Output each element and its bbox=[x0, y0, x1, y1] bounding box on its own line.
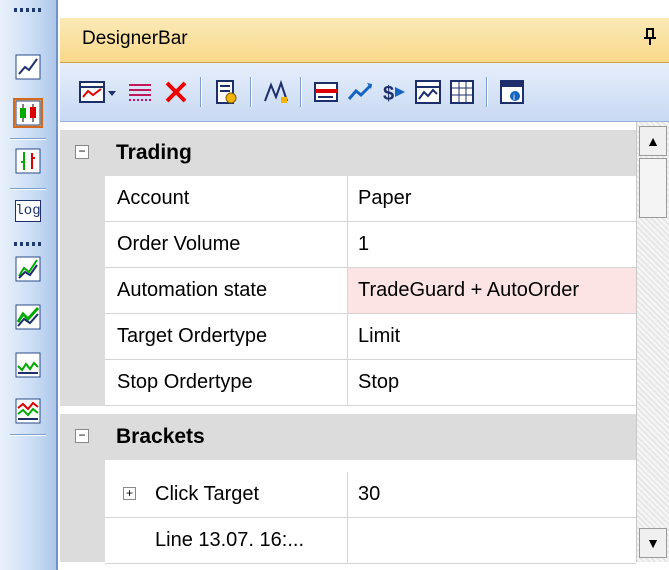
indicator-2-icon bbox=[15, 304, 41, 330]
log-scale-icon: log bbox=[15, 200, 41, 222]
property-row-target-ordertype[interactable]: Target Ordertype Limit bbox=[105, 314, 636, 360]
property-grid: − Trading Account Paper Order Volume 1 A… bbox=[60, 122, 636, 564]
expand-icon[interactable]: + bbox=[123, 487, 136, 500]
chart-window-icon bbox=[415, 80, 441, 104]
trend-button[interactable] bbox=[344, 76, 376, 108]
property-value[interactable]: 30 bbox=[348, 472, 636, 517]
category-label: Trading bbox=[116, 141, 192, 164]
svg-text:$: $ bbox=[383, 83, 394, 105]
indicator-1-button[interactable] bbox=[13, 254, 43, 284]
drawing-tool-icon bbox=[264, 79, 288, 103]
property-name: Order Volume bbox=[105, 222, 348, 267]
category-trading[interactable]: − Trading bbox=[60, 130, 636, 176]
property-name: Stop Ordertype bbox=[105, 360, 348, 405]
template-dropdown-button[interactable] bbox=[104, 76, 120, 108]
vertical-scrollbar[interactable]: ▲ ▼ bbox=[636, 122, 669, 562]
property-name: Automation state bbox=[105, 268, 348, 313]
indicator-4-icon bbox=[15, 398, 41, 424]
designer-toolbar: $ i bbox=[60, 63, 669, 122]
delete-icon bbox=[165, 81, 187, 103]
grid-icon bbox=[450, 80, 474, 104]
property-value[interactable]: TradeGuard + AutoOrder bbox=[348, 268, 636, 313]
line-chart-icon bbox=[15, 54, 41, 80]
list-button[interactable] bbox=[124, 76, 156, 108]
order-button[interactable] bbox=[310, 76, 342, 108]
scroll-down-button[interactable]: ▼ bbox=[639, 528, 667, 558]
property-value[interactable]: 1 bbox=[348, 222, 636, 267]
property-name: Line 13.07. 16:... bbox=[105, 518, 348, 563]
bar-chart-icon bbox=[15, 148, 41, 174]
currency-icon: $ bbox=[383, 83, 405, 105]
category-brackets[interactable]: − Brackets bbox=[60, 414, 636, 460]
svg-text:i: i bbox=[513, 92, 515, 102]
property-row-stop-ordertype[interactable]: Stop Ordertype Stop bbox=[105, 360, 636, 406]
panel-title: DesignerBar bbox=[82, 28, 188, 49]
line-chart-button[interactable] bbox=[13, 52, 43, 82]
property-name: Target Ordertype bbox=[105, 314, 348, 359]
panel-titlebar: DesignerBar bbox=[60, 18, 669, 63]
indicator-3-icon bbox=[15, 352, 41, 378]
property-value[interactable]: Paper bbox=[348, 176, 636, 221]
indicator-4-button[interactable] bbox=[13, 396, 43, 426]
collapse-icon[interactable]: − bbox=[75, 145, 89, 159]
property-value[interactable] bbox=[348, 518, 636, 563]
order-icon bbox=[314, 82, 338, 102]
property-row-automation-state[interactable]: Automation state TradeGuard + AutoOrder bbox=[105, 268, 636, 314]
indicator-3-button[interactable] bbox=[13, 350, 43, 380]
trend-icon bbox=[347, 83, 373, 100]
property-name: Click Target bbox=[105, 472, 348, 517]
candlestick-chart-button[interactable] bbox=[13, 98, 43, 128]
pin-icon[interactable] bbox=[643, 28, 657, 51]
dropdown-arrow-icon bbox=[108, 91, 116, 96]
grid-button[interactable] bbox=[446, 76, 478, 108]
property-row-line[interactable]: Line 13.07. 16:... bbox=[105, 518, 636, 564]
toolbar-grip[interactable] bbox=[14, 8, 42, 12]
property-row-order-volume[interactable]: Order Volume 1 bbox=[105, 222, 636, 268]
chart-template-icon bbox=[79, 81, 105, 103]
collapse-icon[interactable]: − bbox=[75, 429, 89, 443]
list-icon bbox=[129, 84, 151, 101]
info-button[interactable]: i bbox=[496, 76, 528, 108]
bar-chart-button[interactable] bbox=[13, 146, 43, 176]
property-name: Account bbox=[105, 176, 348, 221]
property-row-account[interactable]: Account Paper bbox=[105, 176, 636, 222]
drawing-tool-button[interactable] bbox=[260, 76, 292, 108]
properties-icon bbox=[216, 80, 237, 104]
chart-window-button[interactable] bbox=[412, 76, 444, 108]
log-scale-button[interactable]: log bbox=[13, 196, 43, 226]
indicator-2-button[interactable] bbox=[13, 302, 43, 332]
property-value[interactable]: Limit bbox=[348, 314, 636, 359]
property-value[interactable]: Stop bbox=[348, 360, 636, 405]
scroll-up-button[interactable]: ▲ bbox=[639, 126, 667, 156]
candlestick-chart-icon bbox=[15, 100, 41, 126]
left-toolbar: log bbox=[0, 0, 58, 570]
delete-button[interactable] bbox=[160, 76, 192, 108]
properties-button[interactable] bbox=[210, 76, 242, 108]
info-icon: i bbox=[500, 80, 524, 104]
indicator-1-icon bbox=[15, 256, 41, 282]
toolbar-grip-2[interactable] bbox=[14, 242, 42, 246]
scroll-thumb[interactable] bbox=[639, 158, 667, 218]
category-label: Brackets bbox=[116, 425, 205, 448]
property-row-click-target[interactable]: Click Target + 30 bbox=[105, 472, 636, 518]
currency-button[interactable]: $ bbox=[378, 76, 410, 108]
